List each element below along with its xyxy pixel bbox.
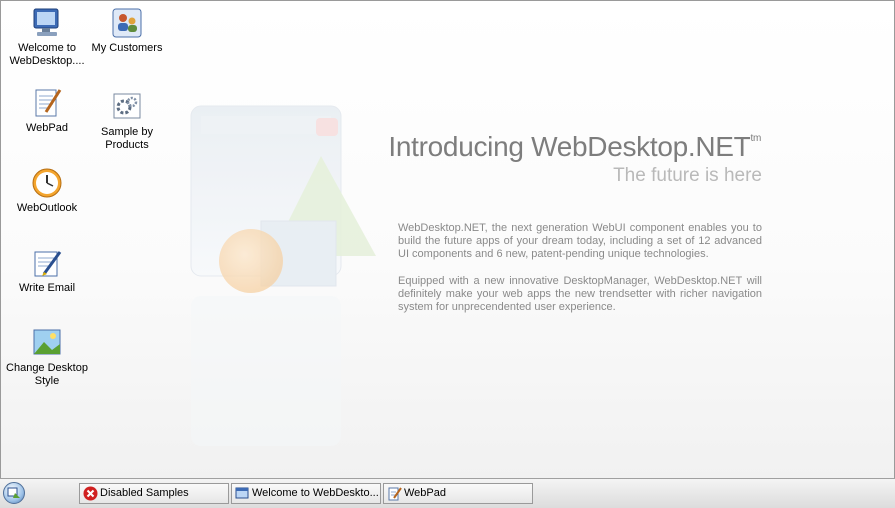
desktop-icon-label: Welcome to WebDesktop.... <box>9 42 85 67</box>
taskbar-button-webpad[interactable]: WebPad <box>383 483 533 504</box>
computer-icon <box>33 8 59 36</box>
notepad-icon <box>388 487 402 501</box>
taskbar-button-label: Welcome to WebDeskto... <box>252 487 379 499</box>
customers-icon <box>112 8 142 38</box>
taskbar-button-label: WebPad <box>404 487 446 499</box>
taskbar: Disabled Samples Welcome to WebDeskto...… <box>0 478 895 508</box>
desktop-icon-sample-by-products[interactable]: Sample by Products <box>85 90 169 152</box>
desktop-icon-label: Write Email <box>18 282 76 294</box>
desktop-icon-webpad[interactable]: WebPad <box>5 86 89 135</box>
desktop-icon-my-customers[interactable]: My Customers <box>85 6 169 55</box>
desktop-icon-label: Sample by Products <box>101 126 153 151</box>
notepad-icon <box>35 89 62 117</box>
window-icon <box>235 487 249 499</box>
desktop-icon-label: Change Desktop Style <box>6 362 88 387</box>
desktop-icon-label: WebPad <box>26 122 68 134</box>
start-icon <box>7 487 20 498</box>
error-icon <box>83 486 98 501</box>
desktop: Welcome to WebDesktop.... My Customers W… <box>0 0 895 479</box>
desktop-icon-label: WebOutlook <box>16 202 78 214</box>
description-paragraph: Equipped with a new innovative DesktopMa… <box>398 275 762 313</box>
taskbar-button-welcome[interactable]: Welcome to WebDeskto... <box>231 483 381 504</box>
hero-subtitle: The future is here <box>613 165 762 186</box>
desktop-icon-welcome[interactable]: Welcome to WebDesktop.... <box>5 6 89 68</box>
picture-icon <box>33 329 61 355</box>
trademark-mark: tm <box>750 133 761 144</box>
clock-icon <box>32 168 62 198</box>
gears-icon <box>113 93 141 119</box>
desktop-icon-label: My Customers <box>91 42 163 54</box>
hero-title-text: Introducing WebDesktop.NET <box>388 131 751 162</box>
taskbar-button-disabled-samples[interactable]: Disabled Samples <box>79 483 229 504</box>
desktop-icon-change-desktop-style[interactable]: Change Desktop Style <box>5 326 89 388</box>
hero-title: Introducing WebDesktop.NETtm <box>361 131 761 163</box>
start-button[interactable] <box>3 482 25 504</box>
email-icon <box>34 251 62 277</box>
desktop-icon-weboutlook[interactable]: WebOutlook <box>5 166 89 215</box>
intro-paragraph: WebDesktop.NET, the next generation WebU… <box>398 222 762 260</box>
taskbar-button-label: Disabled Samples <box>100 487 189 499</box>
desktop-icon-write-email[interactable]: Write Email <box>5 246 89 295</box>
